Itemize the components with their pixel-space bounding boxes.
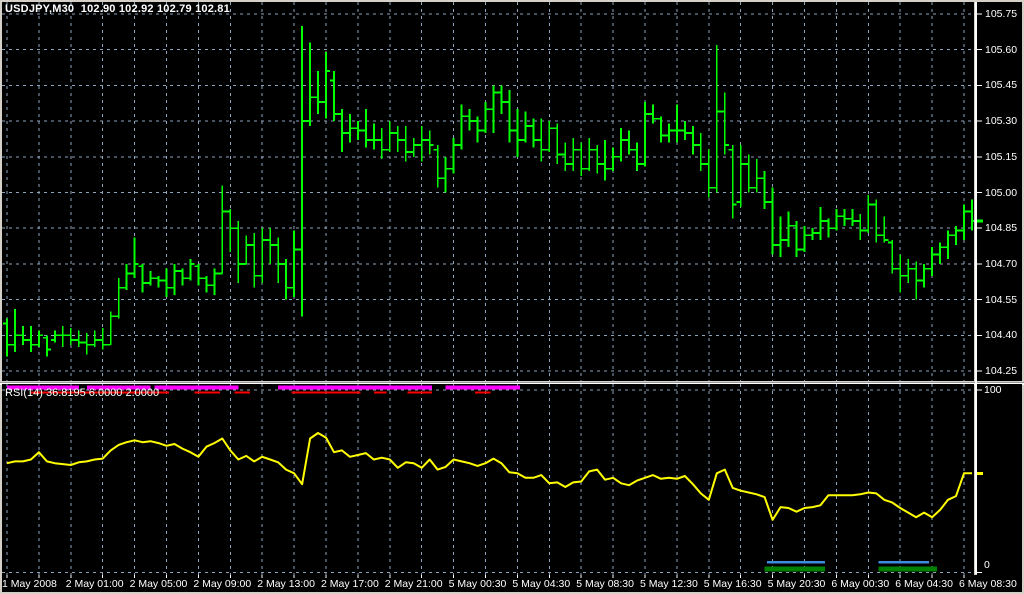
price-axis-label: 105.45 bbox=[985, 79, 1017, 91]
price-grid bbox=[2, 2, 974, 381]
time-axis-label: 6 May 04:30 bbox=[895, 578, 953, 590]
rsi-line bbox=[7, 433, 972, 520]
time-axis-label: 2 May 13:00 bbox=[257, 578, 315, 590]
chart-title: USDJPY,M30 102.90 102.92 102.79 102.81 bbox=[5, 3, 230, 15]
price-axis-label: 105.75 bbox=[985, 8, 1017, 20]
price-axis-label: 105.60 bbox=[985, 44, 1017, 56]
price-axis-label: 104.40 bbox=[985, 329, 1017, 341]
time-axis-label: 2 May 09:00 bbox=[193, 578, 251, 590]
rsi-axis-label-0: 0 bbox=[984, 559, 990, 571]
rsi-axis-ticks bbox=[977, 384, 1022, 575]
time-axis-label: 5 May 08:30 bbox=[576, 578, 634, 590]
price-axis[interactable]: 105.75 105.60 105.45 105.30 105.15 105.00 104.… bbox=[977, 2, 1022, 381]
price-chart-pane[interactable]: USDJPY,M30 102.90 102.92 102.79 102.81 bbox=[2, 2, 974, 381]
rsi-indicator-pane[interactable]: RSI(14) 36.8195 6.0000 2.0000 bbox=[2, 384, 974, 575]
time-axis-label: 5 May 12:30 bbox=[640, 578, 698, 590]
rsi-indicator-label: RSI(14) 36.8195 6.0000 2.0000 bbox=[5, 387, 159, 399]
time-axis-label: 5 May 16:30 bbox=[704, 578, 762, 590]
price-axis-label: 104.70 bbox=[985, 258, 1017, 270]
price-axis-label: 105.30 bbox=[985, 115, 1017, 127]
chart-window: USDJPY,M30 102.90 102.92 102.79 102.81 R… bbox=[0, 0, 1024, 594]
time-axis-label: 5 May 20:30 bbox=[768, 578, 826, 590]
time-axis-label: 2 May 01:00 bbox=[66, 578, 124, 590]
time-axis-label: 6 May 00:30 bbox=[831, 578, 889, 590]
time-axis-label: 1 May 2008 bbox=[2, 578, 57, 590]
rsi-chart-canvas[interactable] bbox=[2, 384, 974, 575]
rsi-signal-marks bbox=[7, 388, 937, 570]
time-axis-label: 5 May 00:30 bbox=[449, 578, 507, 590]
price-axis-label: 104.55 bbox=[985, 294, 1017, 306]
price-chart-canvas[interactable] bbox=[2, 2, 974, 381]
price-axis-label: 104.25 bbox=[985, 365, 1017, 377]
price-axis-label: 105.15 bbox=[985, 151, 1017, 163]
rsi-axis[interactable]: 100 0 bbox=[977, 384, 1022, 575]
rsi-axis-label-100: 100 bbox=[984, 384, 1002, 396]
axis-separator bbox=[975, 2, 977, 574]
time-axis-label: 2 May 05:00 bbox=[130, 578, 188, 590]
price-axis-label: 105.00 bbox=[985, 187, 1017, 199]
time-axis-label: 2 May 21:00 bbox=[385, 578, 443, 590]
time-axis[interactable]: 1 May 2008 2 May 01:00 2 May 05:00 2 May 09… bbox=[2, 575, 1022, 592]
price-axis-label: 104.85 bbox=[985, 222, 1017, 234]
rsi-grid bbox=[2, 384, 974, 575]
time-axis-label: 6 May 08:30 bbox=[959, 578, 1017, 590]
ohlc-bars-layer bbox=[3, 26, 974, 357]
time-axis-label: 5 May 04:30 bbox=[512, 578, 570, 590]
time-axis-label: 2 May 17:00 bbox=[321, 578, 379, 590]
